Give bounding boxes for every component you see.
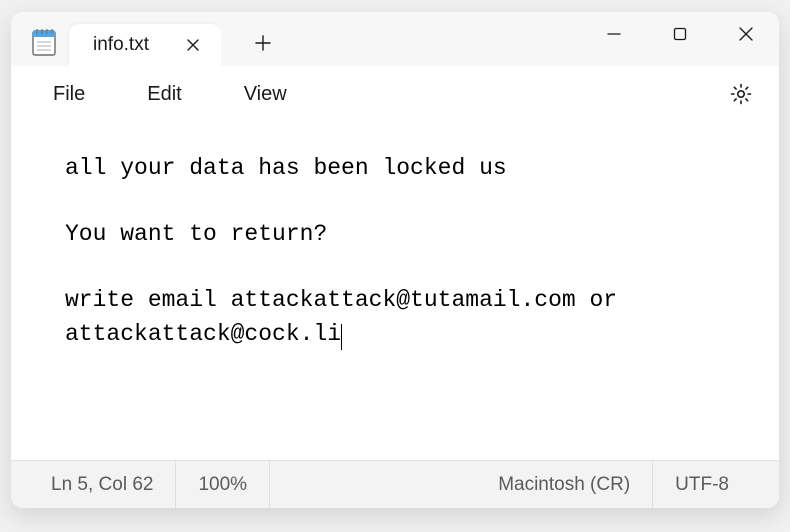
tab-title: info.txt: [93, 34, 149, 56]
menu-edit[interactable]: Edit: [133, 75, 195, 114]
content-line: all your data has been locked us: [65, 155, 507, 181]
text-caret: [341, 324, 342, 350]
content-line: You want to return?: [65, 221, 327, 247]
titlebar: info.txt: [11, 12, 779, 66]
notepad-icon: [19, 12, 69, 66]
plus-icon[interactable]: [243, 23, 283, 63]
content-line: write email attackattack@tutamail.com or…: [65, 287, 631, 346]
tab-active[interactable]: info.txt: [69, 24, 221, 66]
window-controls: [581, 12, 779, 66]
close-icon[interactable]: [183, 35, 203, 55]
status-eol: Macintosh (CR): [498, 461, 653, 508]
status-encoding: UTF-8: [675, 461, 751, 508]
statusbar: Ln 5, Col 62 100% Macintosh (CR) UTF-8: [11, 460, 779, 508]
maximize-icon[interactable]: [647, 12, 713, 56]
menu-file[interactable]: File: [39, 75, 99, 114]
menubar: File Edit View: [11, 66, 779, 122]
notepad-window: info.txt File Edit View: [11, 12, 779, 508]
window-close-icon[interactable]: [713, 12, 779, 56]
status-position: Ln 5, Col 62: [51, 461, 176, 508]
gear-icon[interactable]: [721, 74, 761, 114]
text-editor[interactable]: all your data has been locked us You wan…: [11, 122, 779, 460]
minimize-icon[interactable]: [581, 12, 647, 56]
status-zoom[interactable]: 100%: [198, 461, 270, 508]
menu-view[interactable]: View: [230, 75, 301, 114]
